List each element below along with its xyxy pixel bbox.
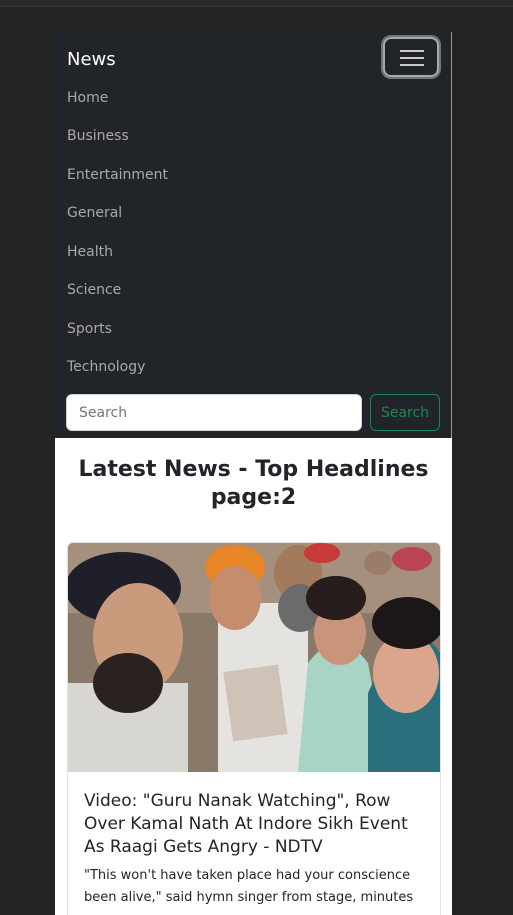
article-image	[68, 543, 440, 772]
nav-item-business[interactable]: Business	[67, 128, 129, 144]
news-card: Video: "Guru Nanak Watching", Row Over K…	[67, 542, 441, 915]
nav-item-home[interactable]: Home	[67, 90, 108, 106]
nav-item-science[interactable]: Science	[67, 282, 121, 298]
menu-icon-bar	[400, 57, 424, 59]
menu-icon-bar	[400, 64, 424, 66]
nav-item-entertainment[interactable]: Entertainment	[67, 167, 168, 183]
app-viewport: News Home Business Entertainment General…	[55, 32, 452, 915]
menu-icon	[400, 50, 424, 52]
nav-item-sports[interactable]: Sports	[67, 321, 112, 337]
navbar: News Home Business Entertainment General…	[55, 32, 452, 438]
search-button[interactable]: Search	[370, 394, 440, 431]
nav-item-health[interactable]: Health	[67, 244, 113, 260]
article-description: "This won't have taken place had your co…	[84, 868, 414, 905]
navbar-brand[interactable]: News	[67, 49, 116, 70]
page-title: Latest News - Top Headlines page:2	[78, 457, 429, 510]
navbar-toggler-button[interactable]	[383, 37, 439, 77]
nav-item-technology[interactable]: Technology	[67, 359, 145, 375]
search-input[interactable]	[66, 394, 362, 431]
main-content: Latest News - Top Headlines page:2 Video…	[55, 438, 452, 915]
browser-top-edge	[0, 0, 513, 7]
nav-item-general[interactable]: General	[67, 205, 122, 221]
article-title[interactable]: Video: "Guru Nanak Watching", Row Over K…	[84, 790, 426, 859]
